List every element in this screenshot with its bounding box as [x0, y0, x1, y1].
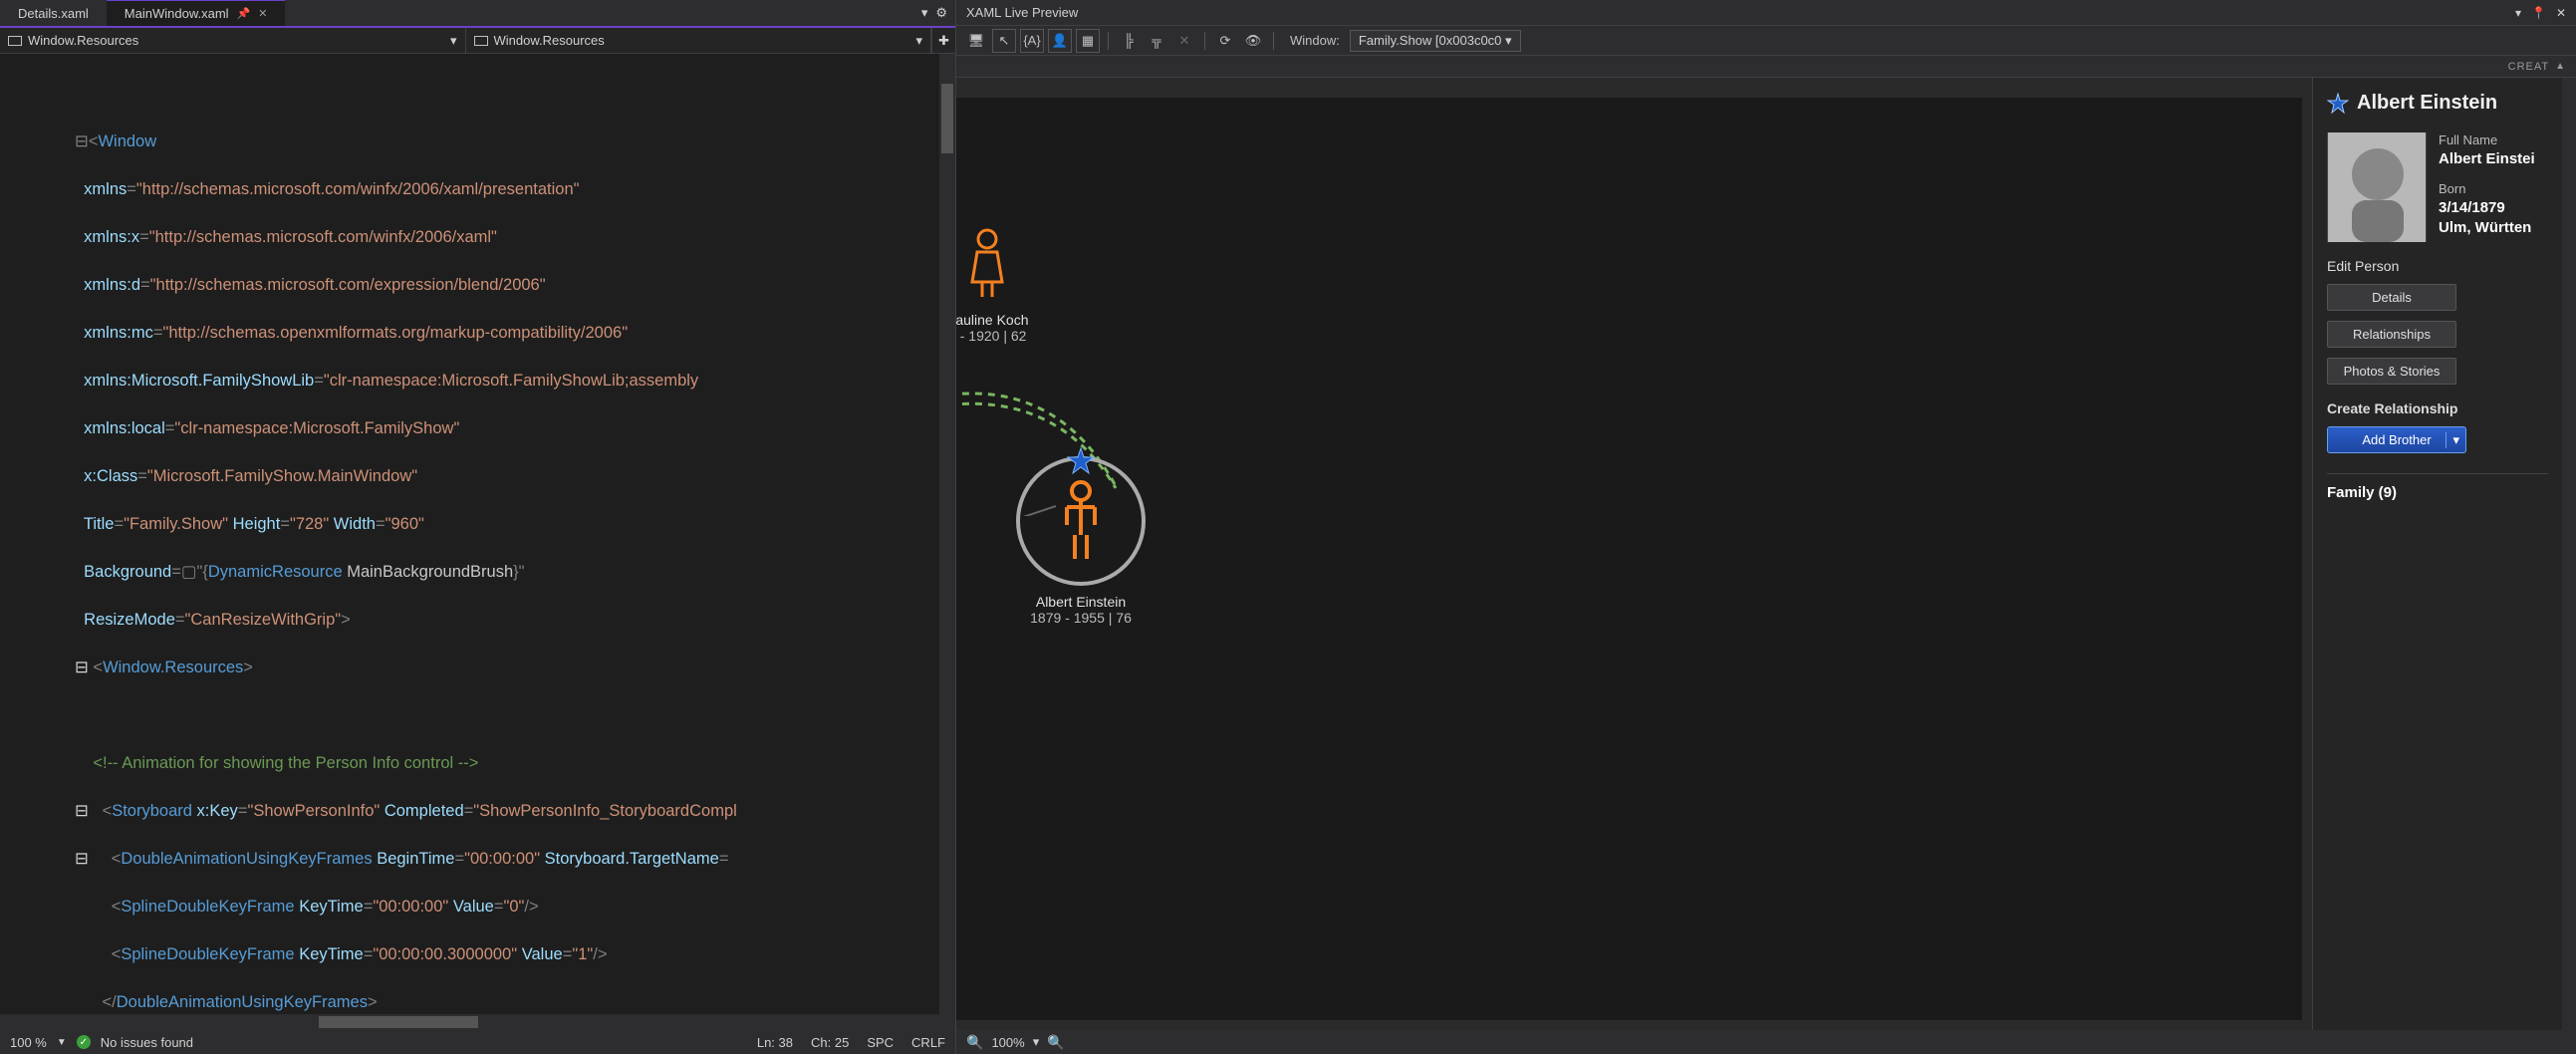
close-icon[interactable]: ✕	[1172, 29, 1196, 53]
grid-icon[interactable]: ▦	[1076, 29, 1100, 53]
family-header[interactable]: Family (9)	[2327, 473, 2548, 501]
create-relationship-label: Create Relationship	[2327, 400, 2548, 416]
portrait-image	[2327, 132, 2427, 242]
add-brother-button[interactable]: Add Brother	[2327, 426, 2466, 453]
split-button[interactable]: ✚	[931, 28, 955, 53]
star-icon	[1066, 446, 1096, 476]
creat-strip[interactable]: CREAT▲	[956, 56, 2576, 78]
female-icon	[962, 227, 1012, 301]
details-panel: Albert Einstein Full Name Albert Einstei…	[2313, 78, 2562, 1030]
code-token: Window	[98, 132, 156, 150]
tab-details[interactable]: Details.xaml	[0, 0, 107, 26]
male-icon	[1053, 479, 1109, 563]
ruler-v-icon[interactable]: ╠	[1117, 29, 1141, 53]
check-icon: ✓	[77, 1035, 91, 1049]
member-nav-label: Window.Resources	[494, 33, 605, 48]
preview-zoom[interactable]: 100%	[991, 1035, 1024, 1050]
vertical-scrollbar[interactable]	[939, 54, 955, 1014]
namespace-icon	[8, 36, 22, 46]
close-icon[interactable]: ✕	[2556, 6, 2566, 20]
chevron-down-icon[interactable]: ▼	[57, 1037, 67, 1048]
pin-icon[interactable]: 📌	[237, 7, 251, 20]
born-date: 3/14/1879	[2439, 199, 2535, 216]
ruler-h-icon[interactable]: ╦	[1145, 29, 1168, 53]
pin-icon[interactable]: 📍	[2531, 6, 2546, 20]
horizontal-scrollbar[interactable]	[0, 1014, 955, 1030]
zoom-level[interactable]: 100 %	[10, 1035, 47, 1050]
chevron-down-icon[interactable]: ▾	[1033, 1034, 1040, 1050]
tab-label: Details.xaml	[18, 6, 89, 21]
namespace-icon	[474, 36, 488, 46]
space-mode[interactable]: SPC	[867, 1035, 894, 1050]
edit-person-label: Edit Person	[2327, 258, 2548, 274]
tab-mainwindow[interactable]: MainWindow.xaml 📌 ✕	[107, 0, 286, 26]
refresh-icon[interactable]: ⟳	[1213, 29, 1237, 53]
relationships-button[interactable]: Relationships	[2327, 321, 2456, 348]
line-indicator[interactable]: Ln: 38	[757, 1035, 793, 1050]
issues-label[interactable]: No issues found	[101, 1035, 193, 1050]
type-nav[interactable]: Window.Resources▾	[0, 28, 466, 53]
member-nav-bar: Window.Resources▾ Window.Resources▾ ✚	[0, 28, 955, 54]
document-tab-bar: Details.xaml MainWindow.xaml 📌 ✕ ▾ ⚙	[0, 0, 955, 28]
gear-icon[interactable]: ⚙	[935, 5, 947, 21]
full-name-value: Albert Einstei	[2439, 150, 2535, 167]
tab-label: MainWindow.xaml	[125, 6, 229, 21]
node-pauline[interactable]: Pauline Koch 8 - 1920 | 62	[956, 227, 1029, 344]
zoom-out-icon[interactable]: 🔍	[966, 1034, 983, 1051]
chevron-down-icon[interactable]: ▾	[2515, 6, 2521, 20]
details-title: Albert Einstein	[2327, 92, 2548, 115]
preview-canvas[interactable]: Pauline Koch 8 - 1920 | 62 ein | 70	[956, 78, 2313, 1030]
eye-icon[interactable]: 👁	[1241, 29, 1265, 53]
xaml-editor[interactable]: ⊟<Window xmlns="http://schemas.microsoft…	[0, 54, 955, 1014]
preview-status-bar: 🔍 100% ▾ 🔍	[956, 1030, 2576, 1054]
born-label: Born	[2439, 181, 2535, 196]
window-combo[interactable]: Family.Show [0x003c0c0 ▾	[1350, 30, 1521, 52]
chevron-down-icon[interactable]: ▾	[921, 5, 928, 21]
vertical-scrollbar[interactable]	[2562, 78, 2576, 1030]
close-icon[interactable]: ✕	[258, 7, 267, 20]
node-albert[interactable]: Albert Einstein 1879 - 1955 | 76	[1016, 456, 1146, 626]
chevron-up-icon: ▲	[2555, 61, 2566, 72]
star-icon	[2327, 93, 2349, 115]
member-nav[interactable]: Window.Resources▾	[466, 28, 932, 53]
editor-status-bar: 100 % ▼ ✓ No issues found Ln: 38 Ch: 25 …	[0, 1030, 955, 1054]
preview-header: XAML Live Preview ▾ 📍 ✕	[956, 0, 2576, 26]
details-button[interactable]: Details	[2327, 284, 2456, 311]
photos-stories-button[interactable]: Photos & Stories	[2327, 358, 2456, 385]
person-icon[interactable]: 👤	[1048, 29, 1072, 53]
full-name-label: Full Name	[2439, 132, 2535, 147]
window-label: Window:	[1290, 33, 1340, 48]
screen-icon[interactable]: 🖥	[964, 29, 988, 53]
preview-title: XAML Live Preview	[966, 5, 1078, 20]
preview-toolbar: 🖥 ↖ {A} 👤 ▦ ╠ ╦ ✕ ⟳ 👁 Window: Family.Sho…	[956, 26, 2576, 56]
zoom-in-icon[interactable]: 🔍	[1047, 1034, 1064, 1051]
cursor-icon[interactable]: ↖	[992, 29, 1016, 53]
born-place: Ulm, Württen	[2439, 219, 2535, 236]
col-indicator[interactable]: Ch: 25	[811, 1035, 849, 1050]
lineending-mode[interactable]: CRLF	[911, 1035, 945, 1050]
type-nav-label: Window.Resources	[28, 33, 138, 48]
braces-icon[interactable]: {A}	[1020, 29, 1044, 53]
